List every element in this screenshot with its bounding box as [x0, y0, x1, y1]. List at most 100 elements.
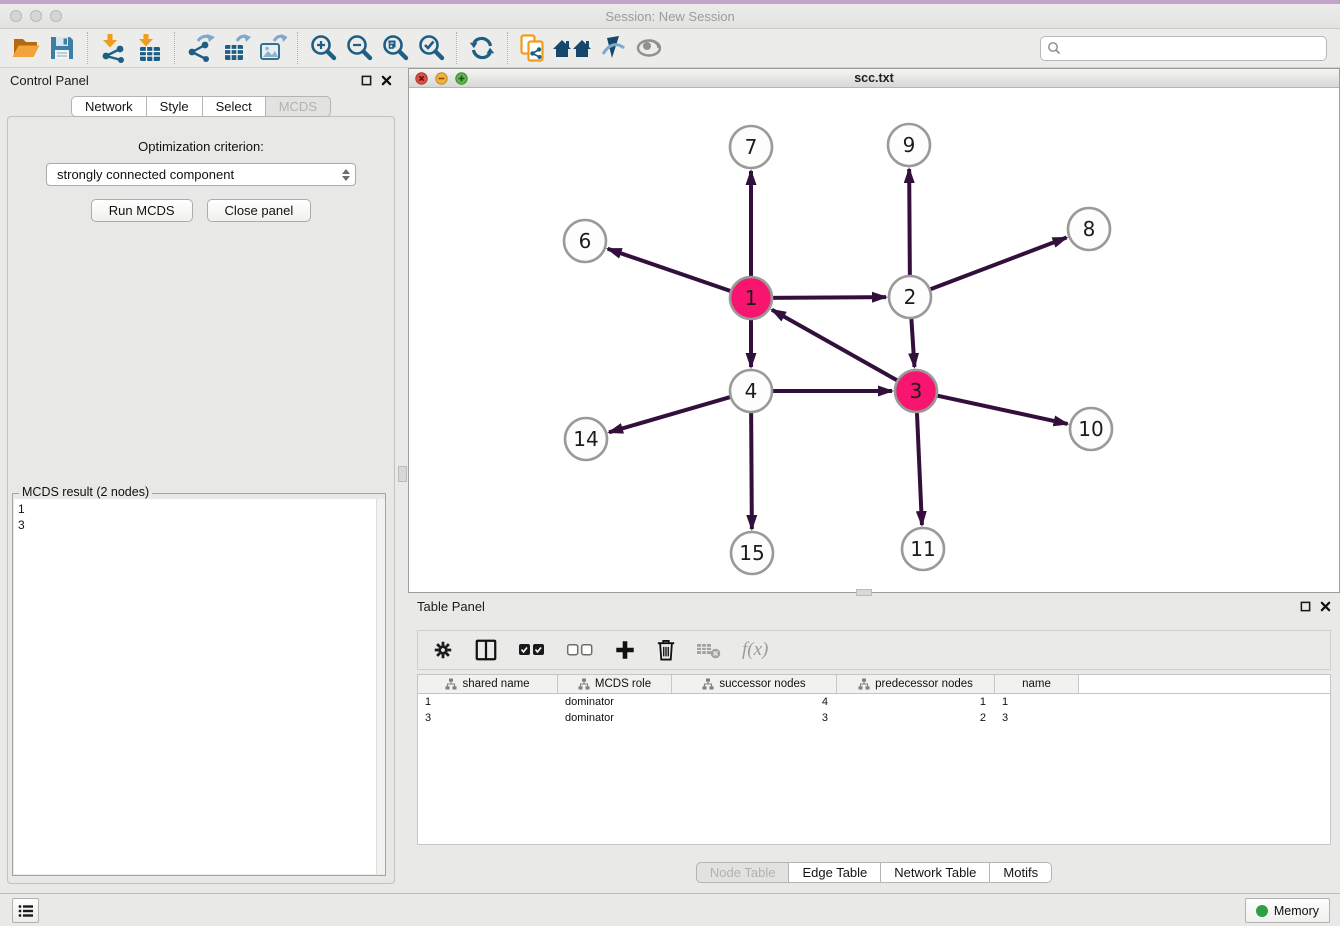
toolbar-separator — [297, 32, 298, 64]
clone-network-icon[interactable] — [515, 31, 551, 65]
close-panel-icon[interactable] — [1320, 601, 1331, 612]
table-panel-header: Table Panel — [408, 593, 1340, 619]
table-cell: 3 — [418, 710, 558, 726]
export-table-icon[interactable] — [218, 31, 254, 65]
mcds-result-group: MCDS result (2 nodes) 13 — [12, 493, 386, 876]
tab-select[interactable]: Select — [203, 96, 266, 117]
export-image-icon[interactable] — [254, 31, 290, 65]
mcds-panel: Optimization criterion: strongly connect… — [7, 116, 395, 884]
column-header-label: predecessor nodes — [875, 678, 973, 690]
graph-node-label: 2 — [904, 285, 917, 309]
table-cell: 3 — [995, 710, 1079, 726]
table-header-row: shared name MCDS role successor nodes prede… — [418, 675, 1330, 694]
visibility-toggle-icon[interactable] — [595, 31, 631, 65]
task-history-button[interactable] — [12, 898, 39, 923]
run-mcds-button[interactable]: Run MCDS — [91, 199, 193, 222]
add-icon[interactable] — [614, 639, 636, 661]
export-network-icon[interactable] — [182, 31, 218, 65]
table-cell: 2 — [837, 710, 995, 726]
tab-edge-table[interactable]: Edge Table — [789, 862, 881, 883]
tab-node-table[interactable]: Node Table — [696, 862, 790, 883]
criterion-select[interactable]: strongly connected component — [46, 163, 356, 186]
window-title: Session: New Session — [0, 9, 1340, 24]
table-row[interactable]: 1dominator411 — [418, 694, 1330, 710]
gear-icon[interactable] — [432, 639, 454, 661]
column-header-successor-nodes[interactable]: successor nodes — [672, 675, 837, 693]
houses-icon[interactable] — [551, 31, 595, 65]
tab-style[interactable]: Style — [147, 96, 203, 117]
vertical-splitter-grip[interactable] — [398, 466, 407, 482]
graph-node-label: 6 — [579, 229, 592, 253]
control-panel: Control Panel NetworkStyleSelectMCDS Opt… — [0, 68, 402, 893]
column-header-label: shared name — [462, 678, 529, 690]
column-header-name[interactable]: name — [995, 675, 1079, 693]
import-table-icon[interactable] — [131, 31, 167, 65]
toolbar-separator — [174, 32, 175, 64]
graph-edge-1-6[interactable] — [608, 249, 733, 292]
mcds-result-legend: MCDS result (2 nodes) — [19, 485, 152, 499]
graph-edge-1-2[interactable] — [770, 297, 886, 298]
column-header-MCDS-role[interactable]: MCDS role — [558, 675, 672, 693]
zoom-in-icon[interactable] — [305, 31, 341, 65]
graph-edge-4-15[interactable] — [751, 410, 752, 529]
graph-edge-2-8[interactable] — [928, 238, 1067, 291]
column-header-shared-name[interactable]: shared name — [418, 675, 558, 693]
graph-edge-3-10[interactable] — [935, 395, 1068, 424]
toolbar-separator — [87, 32, 88, 64]
result-scrollbar[interactable] — [376, 499, 385, 874]
table-row[interactable]: 3dominator323 — [418, 710, 1330, 726]
mcds-result-text[interactable]: 13 — [14, 499, 384, 874]
right-area: scc.txt 7968124314101511 Table Panel — [408, 68, 1340, 893]
save-icon[interactable] — [44, 31, 80, 65]
graph-edge-3-1[interactable] — [772, 310, 900, 382]
eye-icon[interactable] — [631, 31, 667, 65]
graph-edge-3-11[interactable] — [917, 410, 922, 525]
table-cell: dominator — [558, 694, 672, 710]
network-frame-titlebar[interactable]: scc.txt — [409, 69, 1339, 88]
network-frame-title: scc.txt — [409, 71, 1339, 85]
graph-edge-2-3[interactable] — [911, 316, 914, 367]
toolbar-separator — [507, 32, 508, 64]
zoom-fit-icon[interactable] — [377, 31, 413, 65]
list-icon — [18, 904, 34, 918]
attribute-type-icon — [578, 678, 590, 690]
network-frame: scc.txt 7968124314101511 — [408, 68, 1340, 593]
tab-mcds[interactable]: MCDS — [266, 96, 331, 117]
toolbar-separator — [456, 32, 457, 64]
criterion-select-value: strongly connected component — [57, 167, 234, 182]
table-cell: 1 — [418, 694, 558, 710]
search-input[interactable] — [1065, 41, 1320, 55]
function-icon[interactable]: f(x) — [742, 639, 768, 661]
memory-button-label: Memory — [1274, 904, 1319, 918]
column-header-label: MCDS role — [595, 678, 651, 690]
tab-motifs[interactable]: Motifs — [990, 862, 1052, 883]
float-panel-icon[interactable] — [1300, 601, 1311, 612]
close-panel-button[interactable]: Close panel — [207, 199, 312, 222]
column-header-predecessor-nodes[interactable]: predecessor nodes — [837, 675, 995, 693]
graph-edge-2-9[interactable] — [909, 169, 910, 278]
float-panel-icon[interactable] — [361, 75, 372, 86]
zoom-selected-icon[interactable] — [413, 31, 449, 65]
select-all-icon[interactable] — [518, 643, 546, 657]
tab-network[interactable]: Network — [71, 96, 147, 117]
network-canvas[interactable]: 7968124314101511 — [409, 88, 1339, 592]
tab-network-table[interactable]: Network Table — [881, 862, 990, 883]
table-cell: 3 — [672, 710, 837, 726]
graph-edge-4-14[interactable] — [609, 396, 733, 432]
delete-table-icon[interactable] — [696, 641, 722, 659]
table-cell: 1 — [837, 694, 995, 710]
open-folder-icon[interactable] — [8, 31, 44, 65]
close-panel-icon[interactable] — [381, 75, 392, 86]
search-field[interactable] — [1040, 36, 1327, 61]
memory-button[interactable]: Memory — [1245, 898, 1330, 923]
table-toolbar: f(x) — [417, 630, 1331, 670]
delete-icon[interactable] — [656, 638, 676, 662]
table-panel: Table Panel — [408, 593, 1340, 893]
graph-node-label: 3 — [910, 379, 923, 403]
import-network-icon[interactable] — [95, 31, 131, 65]
zoom-out-icon[interactable] — [341, 31, 377, 65]
deselect-all-icon[interactable] — [566, 643, 594, 657]
refresh-icon[interactable] — [464, 31, 500, 65]
columns-icon[interactable] — [474, 638, 498, 662]
graph-node-label: 8 — [1083, 217, 1096, 241]
